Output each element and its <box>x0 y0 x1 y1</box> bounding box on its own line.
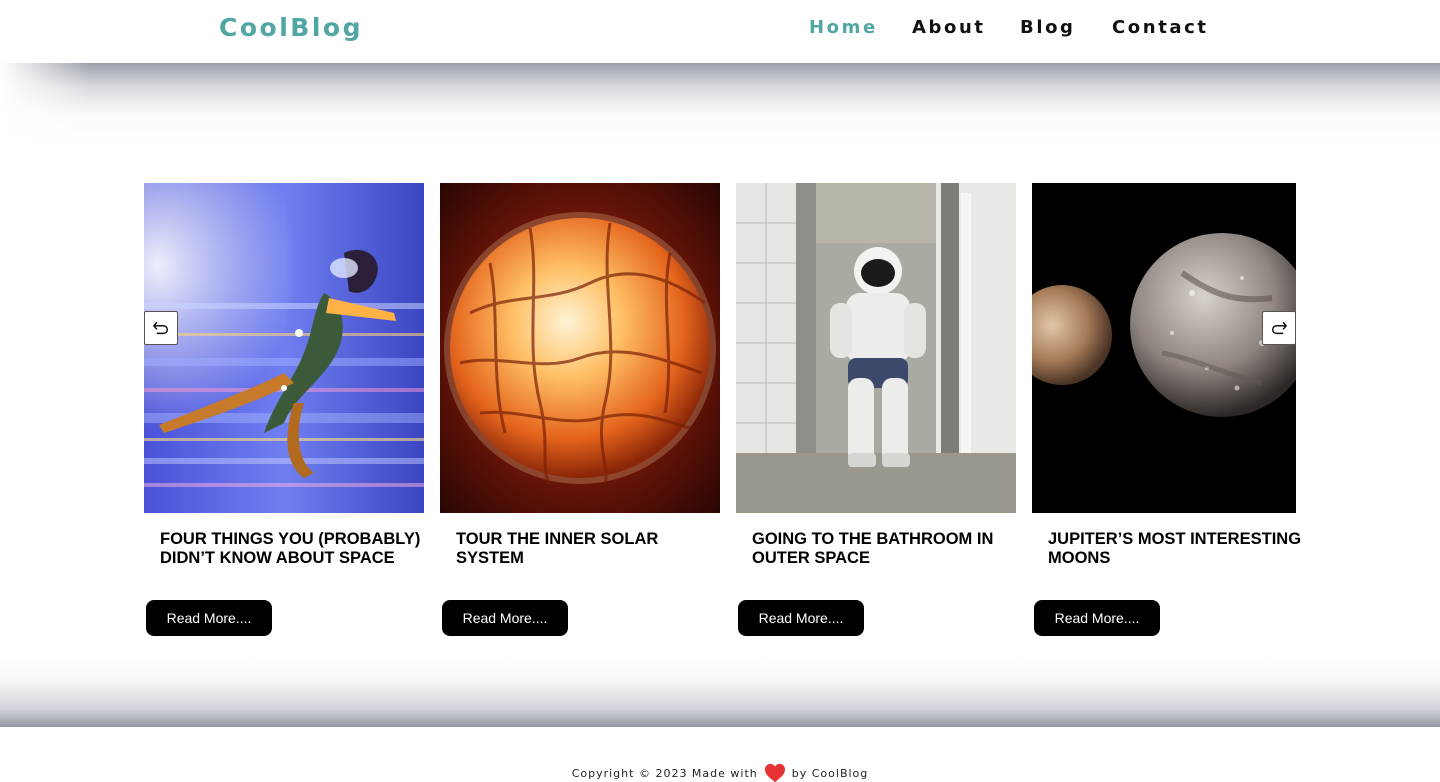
nav-about[interactable]: About <box>912 17 986 38</box>
main-nav: Home About Blog Contact <box>0 17 1440 41</box>
site-header: CoolBlog Home About Blog Contact <box>0 0 1440 63</box>
post-title[interactable]: JUPITER’S MOST INTERESTING MOONS <box>1048 530 1312 568</box>
site-footer: Copyright © 2023 Made with by CoolBlog <box>0 727 1440 782</box>
read-more-button[interactable]: Read More.... <box>146 600 272 636</box>
redo-arrow-icon <box>1271 321 1287 335</box>
header-shadow <box>0 63 1440 143</box>
nav-home[interactable]: Home <box>809 17 878 38</box>
post-title[interactable]: GOING TO THE BATHROOM IN OUTER SPACE <box>752 530 1016 568</box>
carousel-next-button[interactable] <box>1262 311 1296 345</box>
copyright-line: Copyright © 2023 Made with by CoolBlog <box>0 763 1440 782</box>
glowing-sphere-image[interactable] <box>440 183 720 513</box>
nav-contact[interactable]: Contact <box>1112 17 1209 38</box>
footer-shadow <box>0 655 1440 727</box>
footer-brand-text: by CoolBlog <box>791 766 869 780</box>
undo-arrow-icon <box>153 321 169 335</box>
astronaut-bathroom-image[interactable] <box>736 183 1016 513</box>
heart-icon <box>764 763 785 782</box>
read-more-button[interactable]: Read More.... <box>1034 600 1160 636</box>
running-cyber-woman-image[interactable] <box>144 183 424 513</box>
nav-blog[interactable]: Blog <box>1020 17 1076 38</box>
post-title[interactable]: FOUR THINGS YOU (PROBABLY) DIDN’T KNOW A… <box>160 530 424 568</box>
carousel-prev-button[interactable] <box>144 311 178 345</box>
jupiter-moons-image[interactable] <box>1032 183 1296 513</box>
post-title[interactable]: TOUR THE INNER SOLAR SYSTEM <box>456 530 720 568</box>
read-more-button[interactable]: Read More.... <box>442 600 568 636</box>
copyright-text: Copyright © 2023 Made with <box>571 766 758 780</box>
read-more-button[interactable]: Read More.... <box>738 600 864 636</box>
